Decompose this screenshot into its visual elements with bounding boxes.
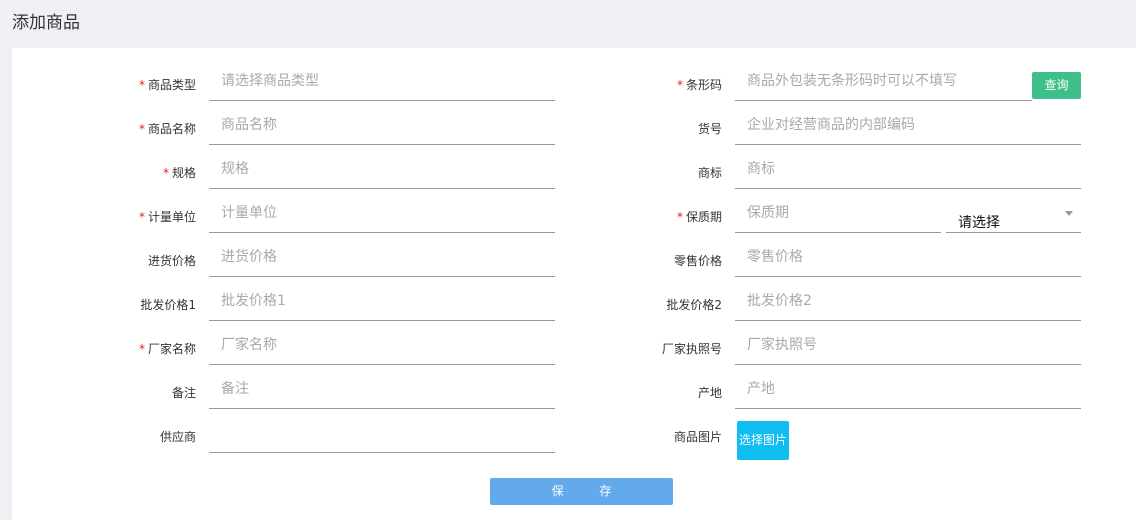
label-unit: * 计量单位: [138, 210, 196, 224]
wholesale-price-1-input[interactable]: [209, 277, 555, 319]
purchase-price-field[interactable]: [209, 233, 555, 277]
label-item-number: 货号: [697, 122, 722, 136]
required-mark: *: [676, 210, 683, 224]
chevron-down-icon: [1065, 211, 1073, 216]
item-number-input[interactable]: [735, 101, 1081, 143]
required-mark: *: [138, 210, 145, 224]
spec-input[interactable]: [209, 145, 555, 187]
manufacturer-field[interactable]: [209, 321, 555, 365]
wholesale-price-2-input[interactable]: [735, 277, 1081, 319]
label-wholesale-price-1: 批发价格1: [140, 298, 196, 312]
item-number-field[interactable]: [735, 101, 1081, 145]
shelf-life-input[interactable]: [735, 189, 941, 231]
supplier-input[interactable]: [209, 409, 555, 451]
required-mark: *: [138, 342, 145, 356]
label-manufacturer: * 厂家名称: [138, 342, 196, 356]
label-supplier: 供应商: [159, 430, 196, 444]
shelf-life-unit-value: 请选择: [958, 215, 1000, 231]
retail-price-input[interactable]: [735, 233, 1081, 275]
label-manufacturer-license: 厂家执照号: [661, 342, 722, 356]
query-button[interactable]: 查询: [1032, 72, 1081, 99]
remark-input[interactable]: [209, 365, 555, 407]
origin-input[interactable]: [735, 365, 1081, 407]
label-shelf-life: * 保质期: [676, 210, 722, 224]
unit-input[interactable]: [209, 189, 555, 231]
trademark-field[interactable]: [735, 145, 1081, 189]
required-mark: *: [138, 78, 145, 92]
product-type-input[interactable]: [209, 57, 555, 99]
product-name-field[interactable]: [209, 101, 555, 145]
required-mark: *: [676, 78, 683, 92]
label-barcode: * 条形码: [676, 78, 722, 92]
trademark-input[interactable]: [735, 145, 1081, 187]
shelf-life-field[interactable]: [735, 189, 941, 233]
label-spec: * 规格: [162, 166, 196, 180]
retail-price-field[interactable]: [735, 233, 1081, 277]
wholesale-price-1-field[interactable]: [209, 277, 555, 321]
barcode-field[interactable]: [735, 57, 1032, 101]
label-product-type: * 商品类型: [138, 78, 196, 92]
label-wholesale-price-2: 批发价格2: [666, 298, 722, 312]
label-product-name: * 商品名称: [138, 122, 196, 136]
required-mark: *: [138, 122, 145, 136]
origin-field[interactable]: [735, 365, 1081, 409]
label-purchase-price: 进货价格: [147, 254, 196, 268]
label-remark: 备注: [171, 386, 196, 400]
unit-field[interactable]: [209, 189, 555, 233]
supplier-field[interactable]: [209, 409, 555, 453]
shelf-life-unit-select[interactable]: 请选择: [946, 200, 1081, 233]
product-name-input[interactable]: [209, 101, 555, 143]
manufacturer-license-field[interactable]: [735, 321, 1081, 365]
spec-field[interactable]: [209, 145, 555, 189]
label-trademark: 商标: [697, 166, 722, 180]
label-origin: 产地: [697, 386, 722, 400]
barcode-input[interactable]: [735, 57, 1032, 99]
form-panel: *商品类型 *商品名称 *规格 *计量单位 进货价格 批发价格1 *厂家名称: [12, 48, 1136, 520]
page-title: 添加商品: [12, 13, 80, 33]
wholesale-price-2-field[interactable]: [735, 277, 1081, 321]
label-product-image: 商品图片: [673, 430, 722, 444]
select-image-button[interactable]: 选择图片: [737, 421, 789, 460]
product-type-field[interactable]: [209, 57, 555, 101]
label-retail-price: 零售价格: [673, 254, 722, 268]
required-mark: *: [162, 166, 169, 180]
manufacturer-input[interactable]: [209, 321, 555, 363]
save-button[interactable]: 保 存: [490, 478, 673, 505]
purchase-price-input[interactable]: [209, 233, 555, 275]
page-header: 添加商品: [0, 0, 1136, 48]
manufacturer-license-input[interactable]: [735, 321, 1081, 363]
remark-field[interactable]: [209, 365, 555, 409]
